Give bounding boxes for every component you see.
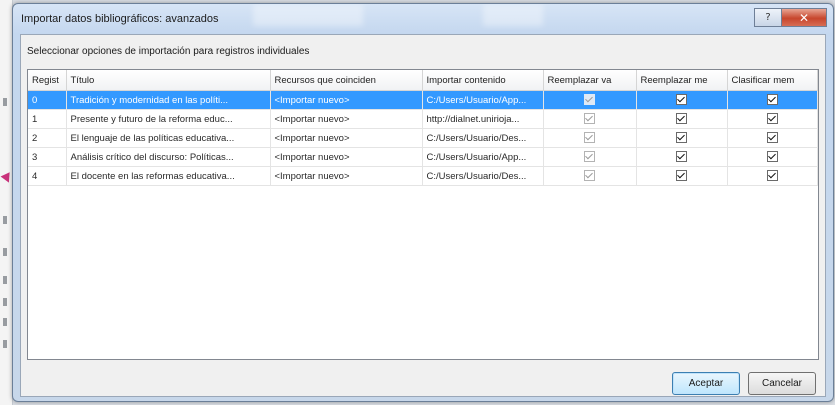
records-table: Regist Título Recursos que coinciden Imp…	[28, 70, 818, 186]
cell-regist: 3	[28, 147, 67, 167]
cell-clasificar	[727, 166, 818, 186]
cell-titulo: Presente y futuro de la reforma educ...	[66, 109, 271, 129]
table-row[interactable]: 4 El docente en las reformas educativa..…	[28, 166, 818, 186]
reemplazar-va-checkbox[interactable]	[584, 132, 595, 144]
cell-clasificar	[727, 109, 818, 129]
cell-clasificar	[727, 147, 818, 167]
cell-reemplazar-va	[543, 90, 637, 110]
cell-recursos[interactable]: <Importar nuevo>	[270, 166, 423, 186]
cell-reemplazar-me	[636, 166, 728, 186]
cell-regist: 2	[28, 128, 67, 148]
cell-clasificar	[727, 90, 818, 110]
clasificar-checkbox[interactable]	[766, 151, 778, 163]
cell-importar[interactable]: http://dialnet.unirioja...	[422, 109, 544, 129]
reemplazar-va-checkbox[interactable]	[584, 94, 595, 106]
clasificar-checkbox[interactable]	[766, 132, 778, 144]
table-row[interactable]: 3 Análisis crítico del discurso: Polític…	[28, 147, 818, 167]
window-controls: ? ✕	[754, 8, 827, 27]
reemplazar-me-checkbox[interactable]	[676, 170, 687, 182]
column-header-clasificar[interactable]: Clasificar mem	[727, 70, 818, 91]
cell-importar[interactable]: C:/Users/Usuario/App...	[422, 147, 544, 167]
reemplazar-va-checkbox[interactable]	[584, 151, 595, 163]
cell-regist: 4	[28, 166, 67, 186]
column-header-recursos[interactable]: Recursos que coinciden	[270, 70, 423, 91]
clasificar-checkbox[interactable]	[766, 170, 778, 182]
cell-titulo: El lenguaje de las políticas educativa..…	[66, 128, 271, 148]
cell-recursos[interactable]: <Importar nuevo>	[270, 109, 423, 129]
help-icon: ?	[765, 12, 771, 23]
section-label: Seleccionar opciones de importación para…	[27, 46, 310, 57]
column-header-titulo[interactable]: Título	[66, 70, 271, 91]
reemplazar-me-checkbox[interactable]	[676, 151, 687, 163]
reemplazar-va-checkbox[interactable]	[584, 170, 595, 182]
dialog-body: Seleccionar opciones de importación para…	[20, 34, 826, 397]
close-button[interactable]: ✕	[781, 8, 827, 27]
cell-reemplazar-me	[636, 128, 728, 148]
accept-button[interactable]: Aceptar	[672, 372, 740, 395]
clasificar-checkbox[interactable]	[766, 113, 778, 125]
table-row[interactable]: 2 El lenguaje de las políticas educativa…	[28, 128, 818, 148]
column-header-importar[interactable]: Importar contenido	[422, 70, 544, 91]
cell-reemplazar-va	[543, 166, 637, 186]
cell-titulo: Análisis crítico del discurso: Políticas…	[66, 147, 271, 167]
reemplazar-me-checkbox[interactable]	[676, 113, 687, 125]
table-header-row: Regist Título Recursos que coinciden Imp…	[28, 70, 818, 91]
titlebar: Importar datos bibliográficos: avanzados…	[13, 4, 833, 34]
table-row[interactable]: 1 Presente y futuro de la reforma educ..…	[28, 109, 818, 129]
column-header-reemplazar-va[interactable]: Reemplazar va	[543, 70, 637, 91]
cell-clasificar	[727, 128, 818, 148]
column-header-regist[interactable]: Regist	[28, 70, 67, 91]
reemplazar-me-checkbox[interactable]	[676, 94, 687, 106]
cell-recursos[interactable]: <Importar nuevo>	[270, 147, 423, 167]
cell-regist: 0	[28, 90, 67, 110]
clasificar-checkbox[interactable]	[766, 94, 778, 106]
cell-importar[interactable]: C:/Users/Usuario/Des...	[422, 166, 544, 186]
reemplazar-me-checkbox[interactable]	[676, 132, 687, 144]
cell-recursos[interactable]: <Importar nuevo>	[270, 90, 423, 110]
reemplazar-va-checkbox[interactable]	[584, 113, 595, 125]
close-icon: ✕	[798, 10, 810, 25]
table-row[interactable]: 0 Tradición y modernidad en las políti..…	[28, 90, 818, 110]
cell-reemplazar-me	[636, 147, 728, 167]
cell-recursos[interactable]: <Importar nuevo>	[270, 128, 423, 148]
dialog-title: Importar datos bibliográficos: avanzados	[21, 13, 219, 25]
cell-importar[interactable]: C:/Users/Usuario/Des...	[422, 128, 544, 148]
cell-reemplazar-va	[543, 147, 637, 167]
cell-importar[interactable]: C:/Users/Usuario/App...	[422, 90, 544, 110]
cell-reemplazar-va	[543, 109, 637, 129]
records-grid[interactable]: Regist Título Recursos que coinciden Imp…	[27, 69, 819, 360]
help-button[interactable]: ?	[754, 8, 781, 27]
cell-reemplazar-me	[636, 109, 728, 129]
cell-titulo: Tradición y modernidad en las políti...	[66, 90, 271, 110]
cancel-button[interactable]: Cancelar	[748, 372, 816, 395]
import-dialog: Importar datos bibliográficos: avanzados…	[12, 3, 834, 402]
cell-reemplazar-va	[543, 128, 637, 148]
cell-titulo: El docente en las reformas educativa...	[66, 166, 271, 186]
cell-reemplazar-me	[636, 90, 728, 110]
column-header-reemplazar-me[interactable]: Reemplazar me	[636, 70, 728, 91]
cell-regist: 1	[28, 109, 67, 129]
